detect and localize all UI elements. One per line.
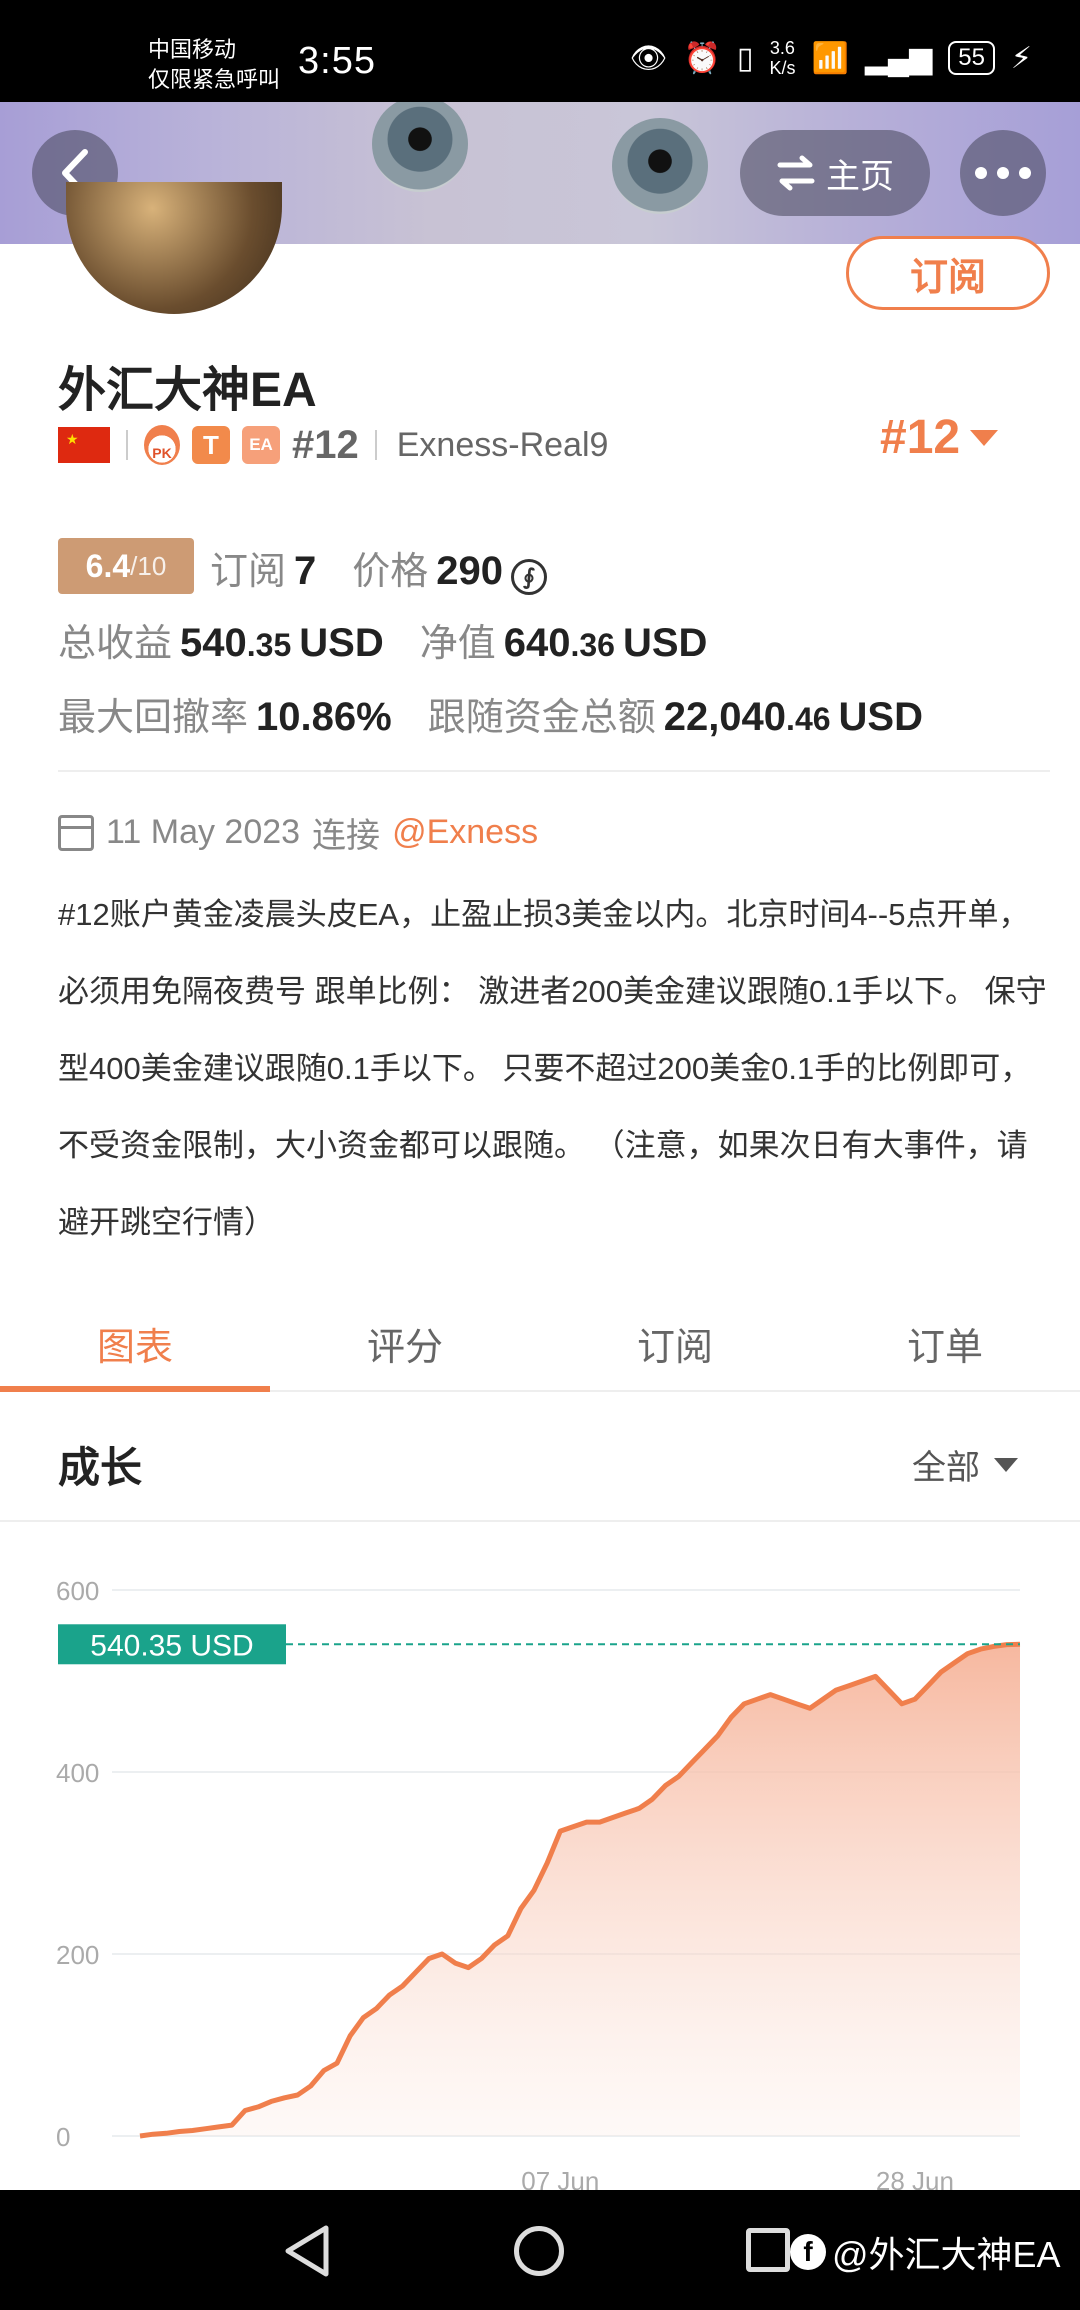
carrier-label: 中国移动 [148,37,237,62]
ea-badge: EA [242,426,280,464]
follow-funds-int: 22,040 [663,695,787,739]
follow-funds-dec: .46 [786,701,831,737]
rank-dropdown[interactable]: #12 [880,410,999,465]
eye-icon: 👁 [629,41,668,75]
connect-date: 11 May 2023 [106,813,301,851]
profile-name: 外汇大神EA [58,364,317,417]
nav-recent-icon[interactable] [746,2228,790,2272]
tab-chart[interactable]: 图表 [0,1296,270,1392]
coin-icon: ∮ [511,559,548,595]
subscribe-price-row: 订阅 7 价格 290 ∮ [210,540,548,595]
period-dropdown[interactable]: 全部 [912,1440,1018,1489]
period-label: 全部 [912,1449,980,1487]
total-profit-dec: .35 [246,627,292,663]
tab-rating[interactable]: 评分 [270,1296,540,1390]
more-button[interactable] [960,130,1046,216]
badge-row: ★ PK T EA #12 Exness-Real9 [58,422,608,468]
section-title: 成长 [58,1444,143,1491]
follow-funds-unit: USD [838,695,923,739]
connect-broker-link[interactable]: @Exness [392,813,538,852]
connect-label: 连接 [312,817,381,855]
profit-row: 总收益 540.35 USD 净值 640.36 USD [58,612,707,667]
total-profit-unit: USD [299,621,384,665]
t-badge: T [192,426,230,464]
carrier-status: 仅限紧急呼叫 [148,67,281,92]
total-profit-value: 540.35 [180,621,291,666]
equity-dec: .36 [570,627,615,663]
equity-int: 640 [503,621,571,665]
divider [126,430,128,460]
follow-funds-value: 22,040.46 [664,695,831,740]
tab-orders[interactable]: 订单 [810,1296,1080,1390]
drawdown-label: 最大回撤率 [58,697,249,739]
subscribe-count-label: 订阅 [210,551,287,593]
watermark-text: @外汇大神EA [832,2234,1061,2275]
subscribe-button[interactable]: 订阅 [846,236,1050,310]
y-tick-label: 0 [56,2122,70,2152]
rank-dropdown-label: #12 [880,411,961,464]
swap-icon [777,155,815,191]
facebook-icon: f [790,2234,826,2270]
net-speed: 3.6 K/s [769,38,795,78]
alarm-icon: ⏰ [683,41,721,75]
score-denominator: /10 [130,550,167,581]
strategy-description: #12账户黄金凌晨头皮EA，止盈止损3美金以内。北京时间4--5点开单，必须用免… [58,897,1047,1240]
equity-value: 640.36 [504,621,615,666]
watermark: f @外汇大神EA [790,2226,1061,2278]
x-tick-label: 07 Jun [521,2166,599,2190]
ellipsis-icon [975,167,1031,179]
nav-home-icon[interactable] [514,2226,564,2276]
charging-icon: ⚡ [1010,41,1032,75]
status-bar: 中国移动 仅限紧急呼叫 3:55 👁 ⏰ ▯ 3.6 K/s 📶 ▂▄▆ 55 … [0,0,1080,102]
tab-bar: 图表 评分 订阅 订单 [0,1296,1080,1392]
divider [0,1520,1080,1522]
pk-badge: PK [144,425,180,465]
drawdown-value: 10.86% [256,695,392,739]
divider [58,770,1050,772]
home-button[interactable]: 主页 [740,130,930,216]
net-speed-value: 3.6 [769,38,795,58]
current-value-label: 540.35 USD [90,1629,253,1662]
price-label: 价格 [352,551,429,593]
caret-down-icon [994,1457,1018,1472]
net-speed-unit: K/s [769,58,796,78]
status-icons: 👁 ⏰ ▯ 3.6 K/s 📶 ▂▄▆ 55 ⚡ [629,38,1032,78]
wifi-icon: 📶 [811,41,849,75]
broker-name: Exness-Real9 [396,425,609,464]
follow-funds-label: 跟随资金总额 [427,697,656,739]
score-badge: 6.4/10 [58,538,194,594]
total-profit-int: 540 [180,621,247,665]
rank-inline: #12 [292,422,359,467]
caret-down-icon [970,429,999,446]
clock: 3:55 [298,40,376,82]
score-value: 6.4 [85,547,131,584]
battery-indicator: 55 [948,41,995,75]
price-value: 290 [436,549,504,593]
signal-icon: ▂▄▆ [864,41,933,75]
china-flag-icon: ★ [58,427,110,463]
drawdown-row: 最大回撤率 10.86% 跟随资金总额 22,040.46 USD [58,686,923,741]
y-tick-label: 400 [56,1758,99,1788]
total-profit-label: 总收益 [58,623,173,665]
equity-label: 净值 [419,623,496,665]
growth-chart: 020040060007 Jun28 Jun25 Jul 540.35 USD [56,1576,1021,2190]
nav-back-icon[interactable] [282,2224,332,2278]
divider [374,430,377,460]
banner-eye-right [612,118,708,214]
banner-eye-left [372,102,468,192]
vibrate-icon: ▯ [736,41,754,75]
avatar[interactable] [66,182,282,314]
calendar-icon [58,814,94,851]
y-tick-label: 200 [56,1940,99,1970]
connect-row: 11 May 2023 连接 @Exness [58,808,538,857]
subscribe-count: 7 [294,549,317,593]
home-label: 主页 [826,157,894,196]
growth-area [140,1644,1020,2136]
x-tick-label: 28 Jun [876,2166,954,2190]
tab-subscriptions[interactable]: 订阅 [540,1296,810,1390]
y-tick-label: 600 [56,1576,99,1606]
equity-unit: USD [622,621,708,665]
